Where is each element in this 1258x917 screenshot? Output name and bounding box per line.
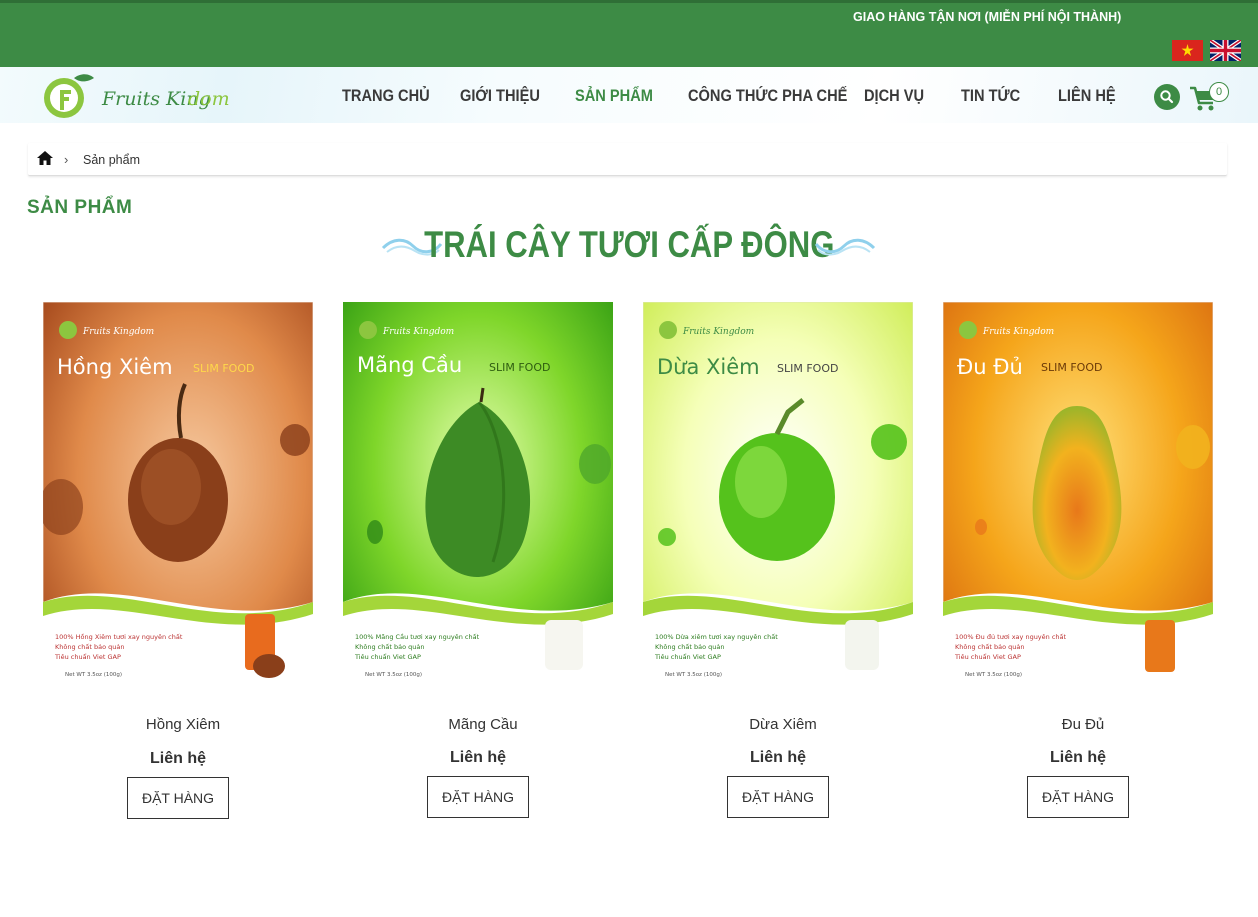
order-button[interactable]: ĐẶT HÀNG bbox=[127, 777, 229, 819]
svg-text:Tiêu chuẩn Viet GAP: Tiêu chuẩn Viet GAP bbox=[354, 652, 421, 661]
breadcrumb bbox=[28, 143, 1227, 176]
nav-tin-tuc[interactable]: TIN TỨC bbox=[961, 86, 1020, 106]
svg-text:100% Đu đủ tươi xay nguyên chấ: 100% Đu đủ tươi xay nguyên chất bbox=[955, 633, 1067, 641]
svg-text:Tiêu chuẩn Viet GAP: Tiêu chuẩn Viet GAP bbox=[954, 652, 1021, 661]
product-price: Liên hệ bbox=[1049, 749, 1106, 766]
decorative-swirl-icon bbox=[814, 238, 876, 256]
svg-text:Tiêu chuẩn Viet GAP: Tiêu chuẩn Viet GAP bbox=[54, 652, 121, 661]
search-icon bbox=[1160, 90, 1174, 104]
svg-text:Fruits Kingdom: Fruits Kingdom bbox=[982, 327, 1054, 337]
svg-text:Tiêu chuẩn Viet GAP: Tiêu chuẩn Viet GAP bbox=[654, 652, 721, 661]
product-name[interactable]: Mãng Cầu bbox=[348, 716, 618, 733]
svg-text:100% Hồng Xiêm tươi xay nguyên: 100% Hồng Xiêm tươi xay nguyên chất bbox=[55, 633, 183, 641]
svg-text:Không chất bảo quản: Không chất bảo quản bbox=[655, 643, 724, 651]
product-image-dua-xiem[interactable]: Fruits Kingdom Dừa Xiêm SLIM FOOD 100% D… bbox=[643, 302, 913, 689]
pack-subtitle: SLIM FOOD bbox=[777, 362, 838, 375]
pack-subtitle: SLIM FOOD bbox=[193, 362, 254, 375]
pack-title: Đu Đủ bbox=[957, 355, 1023, 379]
order-button[interactable]: ĐẶT HÀNG bbox=[427, 776, 529, 818]
product-name[interactable]: Dừa Xiêm bbox=[648, 716, 918, 733]
home-icon[interactable] bbox=[36, 150, 54, 166]
nav-san-pham[interactable]: SẢN PHẨM bbox=[575, 86, 653, 106]
product-price: Liên hệ bbox=[749, 749, 806, 766]
svg-text:100% Mãng Cầu tươi xay nguyên: 100% Mãng Cầu tươi xay nguyên chất bbox=[355, 633, 480, 641]
product-image-hong-xiem[interactable]: Fruits Kingdom Hồng Xiêm SLIM FOOD 100% … bbox=[43, 302, 313, 689]
product-image-du-du[interactable]: Fruits Kingdom Đu Đủ SLIM FOOD 100% Đu đ… bbox=[943, 302, 1213, 689]
nav-gioi-thieu[interactable]: GIỚI THIỆU bbox=[460, 86, 540, 106]
nav-trang-chu[interactable]: TRANG CHỦ bbox=[342, 86, 430, 106]
product-image-mang-cau[interactable]: Fruits Kingdom Mãng Cầu SLIM FOOD 100% M… bbox=[343, 302, 613, 689]
svg-text:Không chất bảo quản: Không chất bảo quản bbox=[355, 643, 424, 651]
svg-text:Net WT 3.5oz (100g): Net WT 3.5oz (100g) bbox=[665, 672, 722, 678]
vietnam-flag-icon[interactable] bbox=[1172, 40, 1203, 61]
pack-subtitle: SLIM FOOD bbox=[1041, 361, 1102, 374]
product-price: Liên hệ bbox=[449, 749, 506, 766]
breadcrumb-separator: › bbox=[64, 152, 69, 167]
logo-text-suffix: dom bbox=[188, 88, 230, 110]
pack-subtitle: SLIM FOOD bbox=[489, 361, 550, 374]
svg-text:Fruits Kingdom: Fruits Kingdom bbox=[682, 327, 754, 337]
svg-text:Net WT 3.5oz (100g): Net WT 3.5oz (100g) bbox=[965, 672, 1022, 678]
svg-text:Net WT 3.5oz (100g): Net WT 3.5oz (100g) bbox=[365, 672, 422, 678]
uk-flag-icon[interactable] bbox=[1210, 40, 1241, 61]
search-button[interactable] bbox=[1154, 84, 1180, 110]
section-title: TRÁI CÂY TƯƠI CẤP ĐÔNG bbox=[423, 224, 835, 265]
product-name[interactable]: Hồng Xiêm bbox=[48, 716, 318, 733]
product-price: Liên hệ bbox=[149, 750, 206, 767]
product-name[interactable]: Đu Đủ bbox=[948, 716, 1218, 733]
order-button[interactable]: ĐẶT HÀNG bbox=[727, 776, 829, 818]
nav-dich-vu[interactable]: DỊCH VỤ bbox=[864, 86, 924, 106]
order-button[interactable]: ĐẶT HÀNG bbox=[1027, 776, 1129, 818]
svg-text:Không chất bảo quản: Không chất bảo quản bbox=[55, 643, 124, 651]
page-title: SẢN PHẨM bbox=[27, 197, 133, 218]
svg-text:Fruits Kingdom: Fruits Kingdom bbox=[82, 327, 154, 337]
shipping-notice: GIAO HÀNG TẬN NƠI (MIỄN PHÍ NỘI THÀNH) bbox=[853, 10, 1122, 24]
pack-title: Dừa Xiêm bbox=[657, 355, 760, 379]
pack-title: Hồng Xiêm bbox=[57, 355, 173, 379]
nav-lien-he[interactable]: LIÊN HỆ bbox=[1058, 86, 1116, 106]
breadcrumb-current: Sản phẩm bbox=[83, 153, 140, 167]
nav-cong-thuc-pha-che[interactable]: CÔNG THỨC PHA CHẾ bbox=[688, 86, 847, 106]
svg-text:Không chất bảo quản: Không chất bảo quản bbox=[955, 643, 1024, 651]
svg-text:Net WT 3.5oz (100g): Net WT 3.5oz (100g) bbox=[65, 672, 122, 678]
cart-count-badge: 0 bbox=[1209, 82, 1229, 102]
svg-text:Fruits Kingdom: Fruits Kingdom bbox=[382, 327, 454, 337]
fruits-kingdom-logo[interactable]: Fruits King dom bbox=[38, 68, 238, 124]
svg-text:100% Dừa xiêm tươi xay nguyên: 100% Dừa xiêm tươi xay nguyên chất bbox=[655, 633, 778, 641]
pack-title: Mãng Cầu bbox=[357, 353, 462, 377]
